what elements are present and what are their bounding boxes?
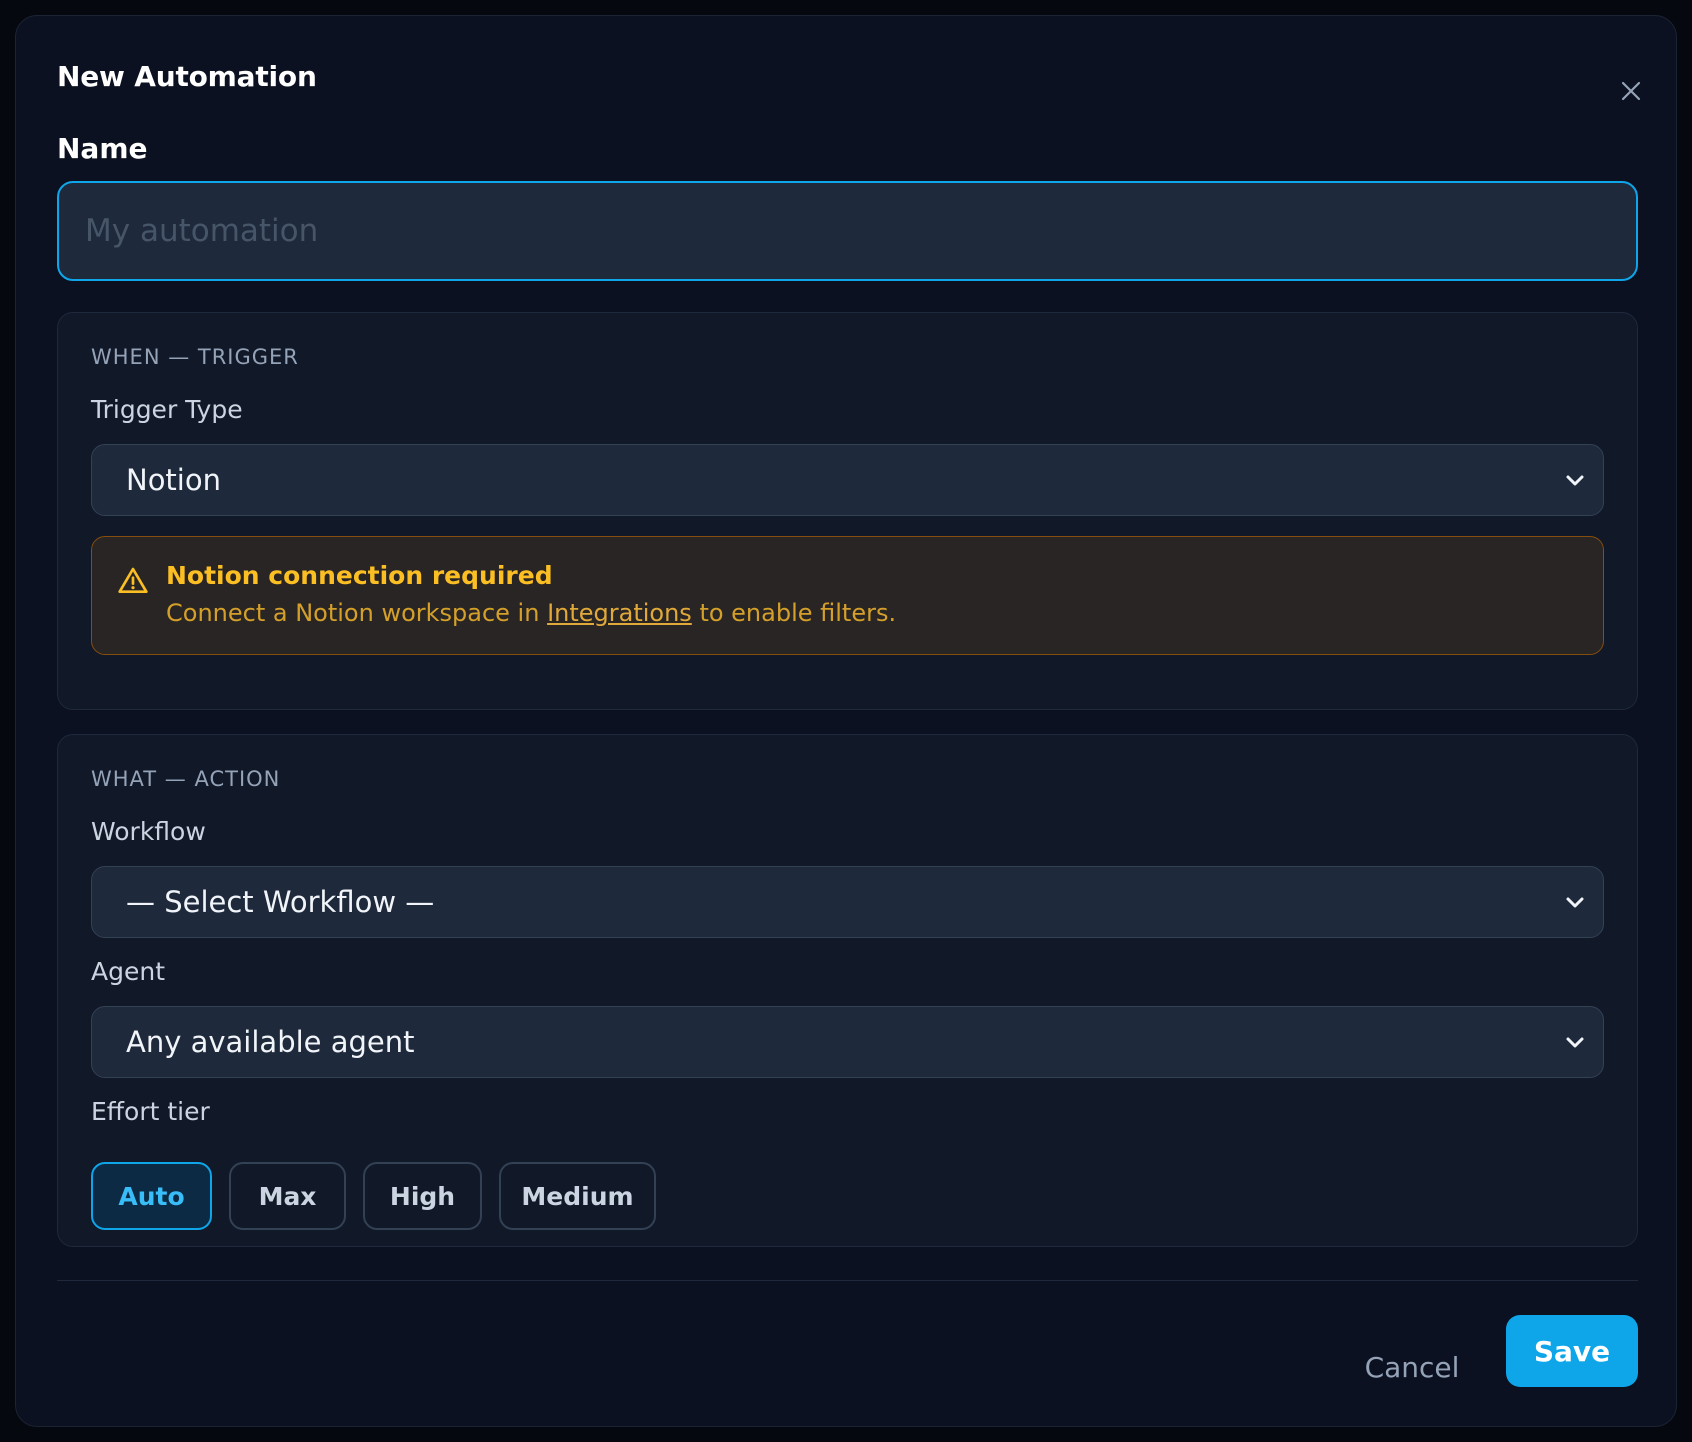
effort-tier-group: Auto Max High Medium: [91, 1162, 673, 1230]
trigger-section: WHEN — TRIGGER Trigger Type Notion Notio…: [57, 312, 1638, 710]
agent-label: Agent: [91, 957, 165, 986]
chevron-down-icon: [1566, 1037, 1584, 1048]
close-button[interactable]: [1605, 65, 1657, 117]
chevron-down-icon: [1566, 897, 1584, 908]
notion-warning-alert: Notion connection required Connect a Not…: [91, 536, 1604, 655]
trigger-section-heading: WHEN — TRIGGER: [91, 345, 299, 369]
name-input[interactable]: [57, 181, 1638, 281]
effort-tier-high[interactable]: High: [363, 1162, 482, 1230]
trigger-type-value: Notion: [126, 463, 221, 497]
workflow-label: Workflow: [91, 817, 206, 846]
effort-tier-medium[interactable]: Medium: [499, 1162, 656, 1230]
warning-text-after: to enable filters.: [691, 599, 897, 627]
effort-tier-auto[interactable]: Auto: [91, 1162, 212, 1230]
action-section: WHAT — ACTION Workflow — Select Workflow…: [57, 734, 1638, 1247]
effort-tier-label: Effort tier: [91, 1097, 210, 1126]
save-button[interactable]: Save: [1506, 1315, 1638, 1387]
trigger-type-label: Trigger Type: [91, 395, 243, 424]
warning-triangle-icon: [118, 567, 148, 593]
integrations-link[interactable]: Integrations: [547, 599, 692, 627]
warning-title: Notion connection required: [166, 561, 553, 590]
warning-message: Connect a Notion workspace in Integratio…: [166, 599, 896, 627]
name-label: Name: [57, 132, 148, 165]
action-section-heading: WHAT — ACTION: [91, 767, 281, 791]
close-icon: [1621, 81, 1641, 101]
agent-select[interactable]: Any available agent: [91, 1006, 1604, 1078]
footer-divider: [57, 1280, 1638, 1281]
workflow-value: — Select Workflow —: [126, 885, 435, 919]
dialog-title: New Automation: [57, 60, 317, 93]
effort-tier-max[interactable]: Max: [229, 1162, 346, 1230]
trigger-type-select[interactable]: Notion: [91, 444, 1604, 516]
agent-value: Any available agent: [126, 1025, 415, 1059]
cancel-button[interactable]: Cancel: [1344, 1331, 1480, 1403]
new-automation-dialog: New Automation Name WHEN — TRIGGER Trigg…: [15, 15, 1677, 1427]
warning-text-before: Connect a Notion workspace in: [166, 599, 548, 627]
chevron-down-icon: [1566, 475, 1584, 486]
workflow-select[interactable]: — Select Workflow —: [91, 866, 1604, 938]
